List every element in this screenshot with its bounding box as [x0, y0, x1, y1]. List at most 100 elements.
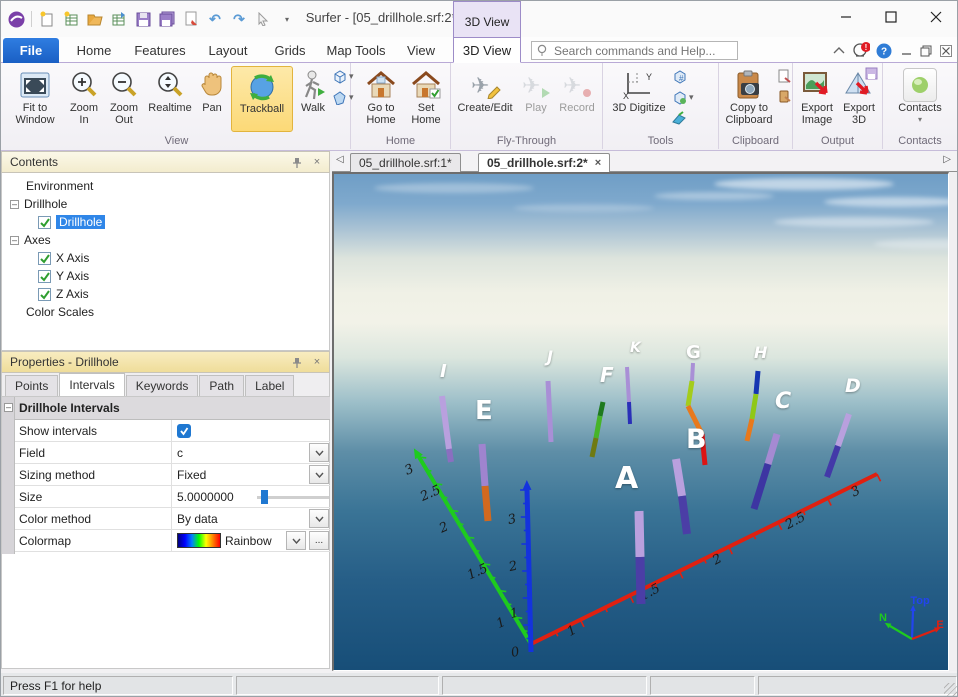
tab-scroll-left-icon[interactable]: ◁	[336, 154, 344, 165]
save-3d-small-icon[interactable]	[865, 67, 878, 85]
fly-create-edit-button[interactable]: ✈ Create/Edit	[455, 66, 515, 132]
copy-to-clipboard-button[interactable]: Copy to Clipboard	[721, 66, 777, 132]
export-image-button[interactable]: Export Image	[795, 66, 839, 132]
save-icon[interactable]	[134, 10, 152, 28]
contacts-button[interactable]: Contacts ▾	[895, 66, 945, 132]
show-intervals-checkbox[interactable]	[177, 424, 191, 438]
search-input[interactable]	[554, 44, 724, 58]
close-button[interactable]	[914, 1, 958, 33]
tree-item-y-axis[interactable]: Y Axis	[38, 267, 89, 285]
go-to-home-button[interactable]: Go to Home	[359, 66, 403, 132]
tab-grids[interactable]: Grids	[261, 38, 319, 63]
button-label: Zoom In	[65, 102, 103, 126]
grid-cube-button[interactable]: #	[671, 69, 694, 84]
field-dropdown-button[interactable]	[309, 443, 329, 462]
tab-3d-view-active[interactable]: 3D View	[453, 37, 521, 63]
minimize-button[interactable]	[824, 1, 868, 33]
tab-intervals[interactable]: Intervals	[59, 373, 124, 396]
realtime-zoom-button[interactable]: Realtime	[146, 66, 194, 132]
size-slider-thumb[interactable]	[261, 490, 268, 504]
tree-item-drillhole[interactable]: Drillhole	[38, 213, 105, 231]
doc-tab-1[interactable]: 05_drillhole.srf:1*	[350, 153, 461, 172]
maximize-button[interactable]	[869, 1, 913, 33]
tree-item-x-axis[interactable]: X Axis	[38, 249, 89, 267]
close-tab-icon[interactable]: ×	[595, 157, 601, 169]
tab-keywords[interactable]: Keywords	[126, 375, 199, 396]
tree-item-axes-group[interactable]: –Axes	[10, 231, 51, 249]
tree-item-drillhole-group[interactable]: –Drillhole	[10, 195, 67, 213]
checkbox-checked-icon[interactable]	[38, 270, 51, 283]
mdi-restore-icon[interactable]	[917, 42, 935, 60]
close-panel-icon[interactable]: ×	[309, 154, 325, 170]
fly-record-button[interactable]: ✈ Record	[555, 66, 599, 132]
tab-home[interactable]: Home	[63, 38, 125, 63]
surfer-logo-icon[interactable]	[7, 10, 25, 28]
3d-viewport[interactable]: 11.522.5311.522.530123 ABCDEFGHIJK TopNE	[332, 172, 949, 671]
mdi-minimize-icon[interactable]	[897, 42, 915, 60]
colormap-more-button[interactable]: ...	[309, 531, 329, 550]
tab-file[interactable]: File	[3, 38, 59, 63]
checkbox-checked-icon[interactable]	[38, 216, 51, 229]
tree-item-environment[interactable]: Environment	[26, 177, 93, 195]
tree-label: X Axis	[56, 251, 89, 265]
open-file-icon[interactable]	[86, 10, 104, 28]
checkbox-checked-icon[interactable]	[38, 288, 51, 301]
size-value[interactable]: 5.0000000	[177, 490, 234, 504]
copy-page-button[interactable]	[777, 69, 791, 83]
redo-icon[interactable]: ↷	[230, 10, 248, 28]
tab-features[interactable]: Features	[125, 38, 195, 63]
undo-icon[interactable]: ↶	[206, 10, 224, 28]
properties-grid: – Drillhole Intervals Show intervals Fie…	[1, 396, 330, 669]
sizing-method-dropdown-button[interactable]	[309, 465, 329, 484]
add-cube-button[interactable]: ▾	[671, 90, 694, 105]
help-icon[interactable]: ?	[875, 42, 893, 60]
collapse-expander-icon[interactable]: –	[10, 200, 19, 209]
button-label: Realtime	[148, 102, 191, 114]
zoom-out-button[interactable]: Zoom Out	[104, 66, 144, 132]
paste-small-button[interactable]	[777, 89, 791, 103]
tree-item-z-axis[interactable]: Z Axis	[38, 285, 89, 303]
doc-tab-2-active[interactable]: 05_drillhole.srf:2*×	[478, 153, 610, 172]
button-label: Fit to Window	[7, 102, 63, 126]
tab-points[interactable]: Points	[5, 375, 58, 396]
notifications-bell-icon[interactable]: !	[852, 42, 870, 60]
set-home-button[interactable]: Set Home	[405, 66, 447, 132]
tab-path[interactable]: Path	[199, 375, 244, 396]
close-panel-icon[interactable]: ×	[309, 354, 325, 370]
collapse-expander-icon[interactable]: –	[10, 236, 19, 245]
walk-button[interactable]: Walk	[295, 66, 331, 132]
property-label: Size	[15, 486, 172, 507]
digitize-pin-button[interactable]	[671, 111, 694, 125]
new-worksheet-icon[interactable]	[62, 10, 80, 28]
tab-scroll-right-icon[interactable]: ▷	[943, 154, 951, 165]
mdi-close-icon[interactable]	[937, 42, 955, 60]
export-page-icon[interactable]	[182, 10, 200, 28]
new-plot-icon[interactable]	[38, 10, 56, 28]
tab-label[interactable]: Label	[245, 375, 294, 396]
save-all-icon[interactable]	[158, 10, 176, 28]
fit-to-window-button[interactable]: Fit to Window	[7, 66, 63, 132]
digitize-3d-button[interactable]: YX 3D Digitize	[611, 66, 667, 132]
tab-map-tools[interactable]: Map Tools	[319, 38, 393, 63]
zoom-in-button[interactable]: Zoom In	[65, 66, 103, 132]
checkbox-checked-icon[interactable]	[38, 252, 51, 265]
pan-button[interactable]: Pan	[195, 66, 229, 132]
section-collapse-icon[interactable]: –	[4, 403, 13, 412]
colormap-swatch[interactable]	[177, 533, 221, 548]
button-label: Walk	[301, 102, 325, 114]
pin-icon[interactable]	[289, 354, 305, 370]
search-box[interactable]	[531, 41, 738, 60]
resize-grip[interactable]	[944, 683, 958, 697]
contextual-tab-header[interactable]: 3D View	[453, 1, 521, 37]
property-row-show-intervals: Show intervals	[15, 420, 330, 442]
color-method-dropdown-button[interactable]	[309, 509, 329, 528]
open-worksheet-icon[interactable]	[110, 10, 128, 28]
tab-layout[interactable]: Layout	[195, 38, 261, 63]
pin-icon[interactable]	[289, 154, 305, 170]
tree-item-color-scales[interactable]: Color Scales	[26, 303, 94, 321]
tab-view[interactable]: View	[393, 38, 449, 63]
collapse-ribbon-icon[interactable]	[830, 42, 848, 60]
fly-play-button[interactable]: ✈ Play	[517, 66, 555, 132]
trackball-button[interactable]: Trackball	[231, 66, 293, 132]
colormap-dropdown-button[interactable]	[286, 531, 306, 550]
